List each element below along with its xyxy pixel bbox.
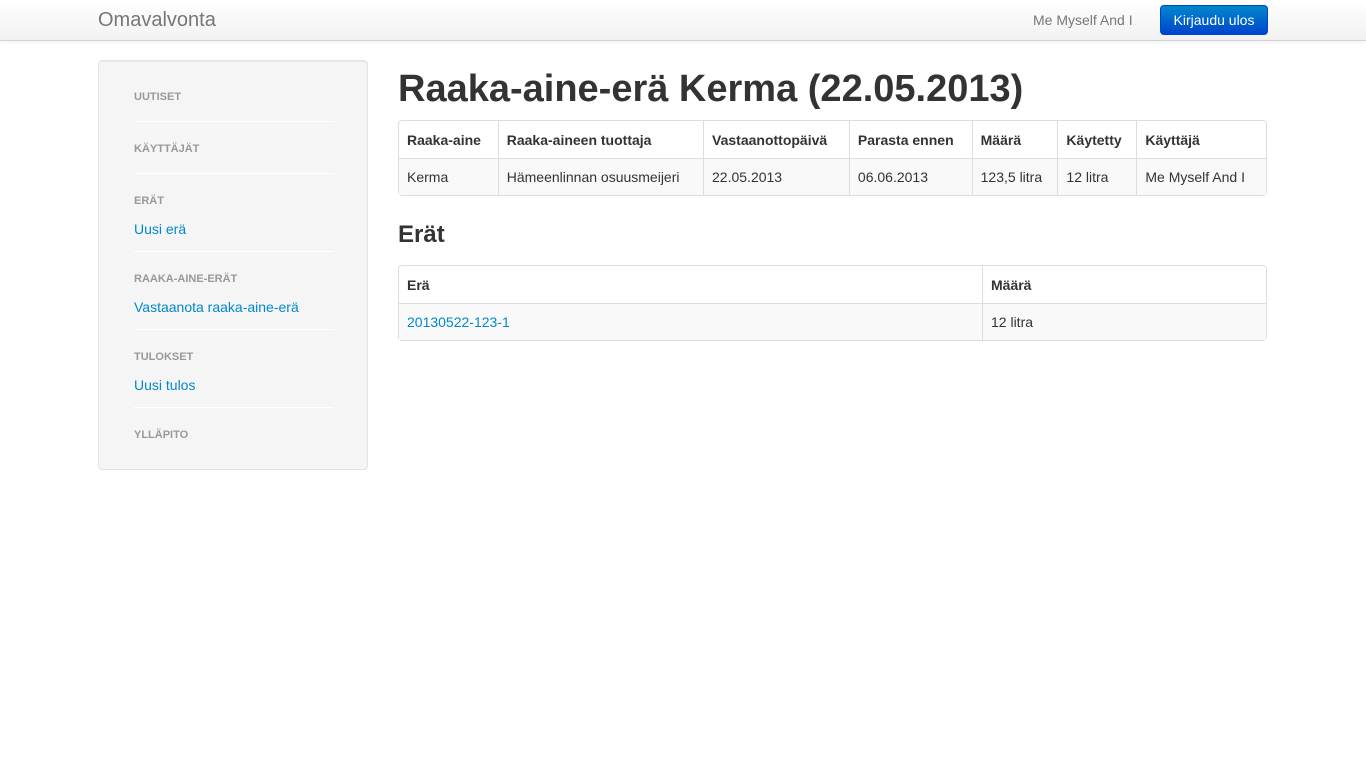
sidebar-header-news: UUTISET bbox=[134, 91, 182, 103]
sidebar-divider bbox=[134, 407, 334, 408]
table-cell: 12 litra bbox=[1057, 158, 1137, 195]
table-header-row: Erä Määrä bbox=[399, 266, 1266, 303]
column-header: Raaka-aineen tuottaja bbox=[497, 121, 703, 158]
sidebar-divider bbox=[134, 329, 334, 330]
column-header: Parasta ennen bbox=[848, 121, 972, 158]
column-header: Määrä bbox=[971, 121, 1058, 158]
batch-link[interactable]: 20130522-123-1 bbox=[407, 314, 510, 330]
sidebar-link-receive-raw-batch[interactable]: Vastaanota raaka-aine-erä bbox=[134, 298, 299, 316]
current-user: Me Myself And I bbox=[1033, 12, 1133, 28]
sidebar-header-results: TULOKSET bbox=[134, 351, 194, 363]
table-row: 20130522-123-1 12 litra bbox=[399, 303, 1266, 340]
logout-button[interactable]: Kirjaudu ulos bbox=[1160, 5, 1268, 35]
table-cell: 22.05.2013 bbox=[703, 158, 849, 195]
sidebar-header-raw-batches: RAAKA-AINE-ERÄT bbox=[134, 273, 238, 285]
sidebar-link-new-batch[interactable]: Uusi erä bbox=[134, 220, 186, 238]
table-cell: 20130522-123-1 bbox=[399, 303, 982, 340]
sidebar-nav: UUTISET KÄYTTÄJÄT ERÄT Uusi erä RAAKA-AI… bbox=[98, 60, 368, 470]
column-header: Käyttäjä bbox=[1136, 121, 1266, 158]
brand-link[interactable]: Omavalvonta bbox=[98, 9, 216, 31]
table-header-row: Raaka-aine Raaka-aineen tuottaja Vastaan… bbox=[399, 121, 1266, 158]
column-header: Vastaanottopäivä bbox=[703, 121, 849, 158]
table-row: Kerma Hämeenlinnan osuusmeijeri 22.05.20… bbox=[399, 158, 1266, 195]
batches-section-title: Erät bbox=[398, 221, 445, 248]
page-title: Raaka-aine-erä Kerma (22.05.2013) bbox=[398, 68, 1024, 110]
table-cell: Me Myself And I bbox=[1136, 158, 1266, 195]
sidebar-divider bbox=[134, 173, 334, 174]
sidebar-header-users: KÄYTTÄJÄT bbox=[134, 143, 200, 155]
table-cell: Kerma bbox=[399, 158, 498, 195]
sidebar-link-new-result[interactable]: Uusi tulos bbox=[134, 376, 195, 394]
column-header: Erä bbox=[407, 276, 430, 293]
sidebar-divider bbox=[134, 121, 334, 122]
column-header: Käytetty bbox=[1057, 121, 1136, 158]
column-header: Määrä bbox=[982, 266, 1266, 303]
batches-table: Erä Määrä 20130522-123-1 12 litra bbox=[398, 265, 1267, 341]
raw-batch-details-table: Raaka-aine Raaka-aineen tuottaja Vastaan… bbox=[398, 120, 1267, 196]
sidebar-header-batches: ERÄT bbox=[134, 195, 164, 207]
table-cell: 123,5 litra bbox=[971, 158, 1058, 195]
table-cell: 06.06.2013 bbox=[848, 158, 972, 195]
sidebar-divider bbox=[134, 251, 334, 252]
top-navbar: Omavalvonta Me Myself And I Kirjaudu ulo… bbox=[0, 0, 1366, 41]
table-cell: Hämeenlinnan osuusmeijeri bbox=[497, 158, 704, 195]
sidebar-header-maintenance: YLLÄPITO bbox=[134, 429, 189, 441]
table-cell: 12 litra bbox=[982, 303, 1266, 340]
column-header: Raaka-aine bbox=[407, 131, 481, 148]
